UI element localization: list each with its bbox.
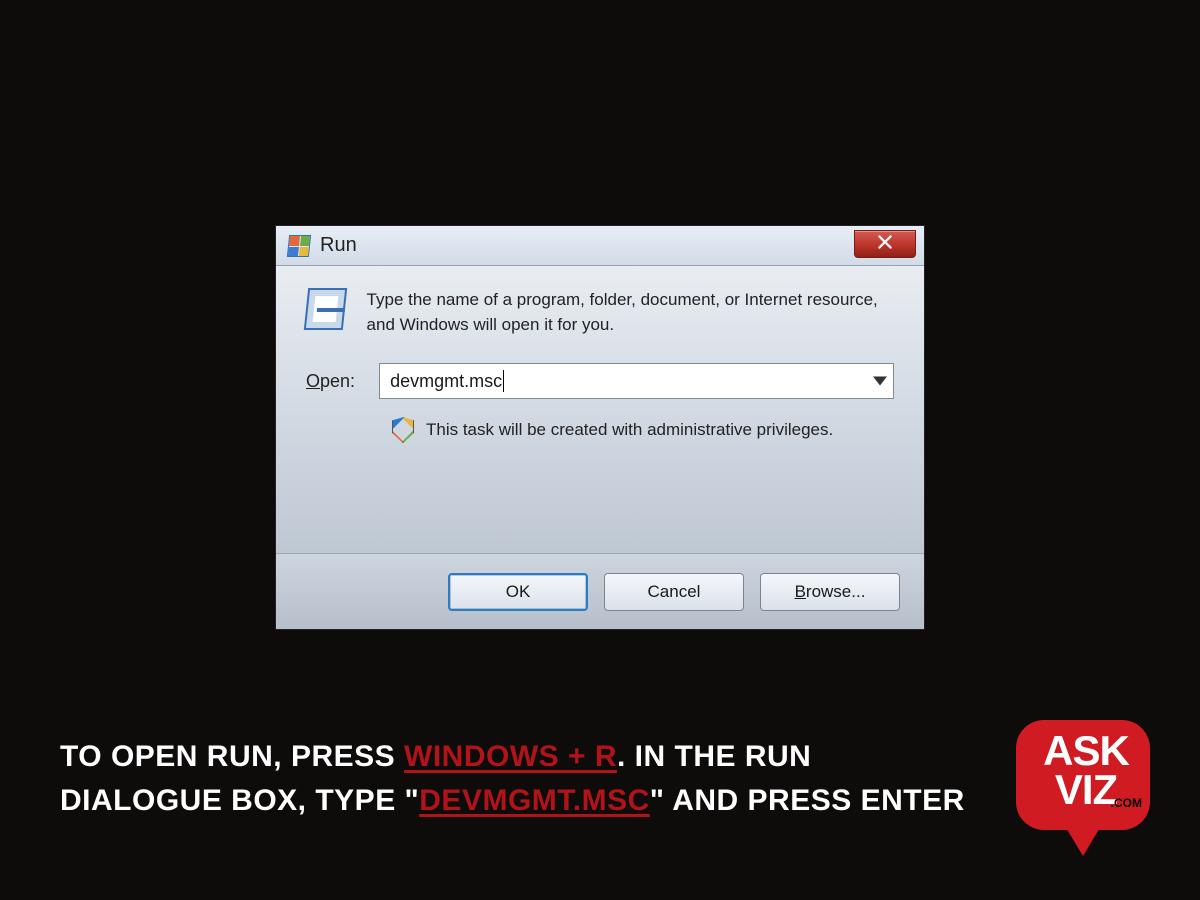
ok-button[interactable]: OK [448, 573, 588, 611]
open-label: Open: [306, 371, 355, 392]
browse-button[interactable]: Browse... [760, 573, 900, 611]
open-input[interactable]: devmgmt.msc [379, 363, 894, 399]
text-caret [503, 370, 504, 392]
logo-suffix: .COM [1111, 796, 1142, 810]
dialog-description: Type the name of a program, folder, docu… [367, 288, 894, 337]
close-button[interactable] [854, 230, 916, 258]
browse-button-label: Browse... [795, 582, 866, 602]
open-input-value: devmgmt.msc [390, 371, 502, 392]
command-highlight: DEVMGMT.MSC [419, 784, 650, 817]
admin-privileges-notice: This task will be created with administr… [426, 420, 833, 440]
uac-shield-icon [392, 417, 414, 443]
hotkey-highlight: WINDOWS + R [404, 740, 617, 773]
run-program-icon [304, 288, 347, 330]
window-title: Run [320, 234, 357, 257]
titlebar[interactable]: Run [276, 226, 924, 266]
windows-logo-icon [287, 235, 311, 257]
ok-button-label: OK [506, 582, 531, 602]
close-icon [878, 235, 892, 254]
dropdown-arrow-icon[interactable] [873, 377, 887, 386]
askviz-logo: ASKVIZ .COM [1016, 720, 1156, 860]
cancel-button[interactable]: Cancel [604, 573, 744, 611]
instruction-caption: TO OPEN RUN, PRESS WINDOWS + R. IN THE R… [60, 735, 970, 822]
run-dialog: Run Type the name of a program, folder, … [275, 225, 925, 630]
cancel-button-label: Cancel [648, 582, 701, 602]
dialog-body: Type the name of a program, folder, docu… [276, 266, 924, 553]
button-bar: OK Cancel Browse... [276, 553, 924, 629]
